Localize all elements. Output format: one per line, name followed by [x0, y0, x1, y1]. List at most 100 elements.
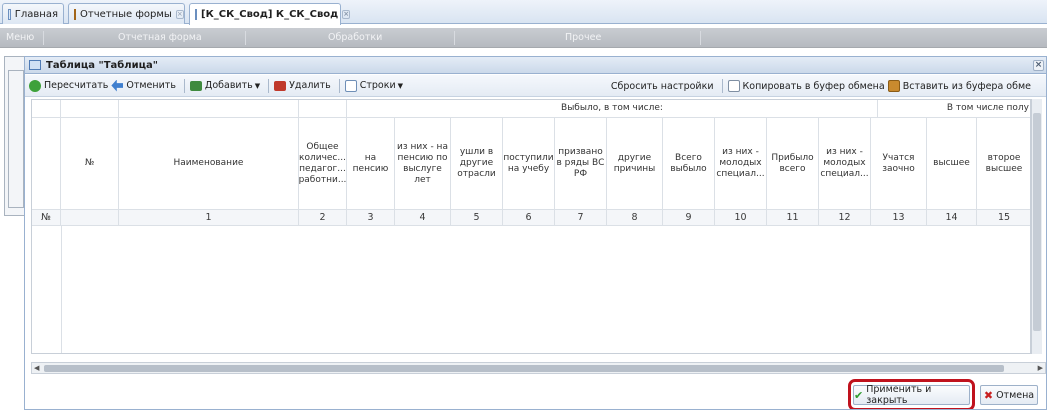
header-blank	[119, 100, 299, 118]
undo-button[interactable]: Отменить	[111, 79, 176, 92]
tab-label: Главная	[14, 8, 58, 20]
tab-label: [К_СК_Свод] К_СК_Свод	[201, 9, 339, 20]
number-cell: 5	[451, 210, 503, 226]
rows-icon	[344, 79, 357, 92]
number-cell: 12	[819, 210, 871, 226]
column-header-higher[interactable]: высшее	[927, 118, 977, 210]
rows-label: Строки	[359, 80, 396, 91]
scrollbar-thumb[interactable]	[44, 365, 1004, 372]
number-cell: 4	[395, 210, 451, 226]
tab-home[interactable]: Главная	[2, 3, 64, 24]
cancel-button[interactable]: ✖ Отмена	[980, 385, 1038, 405]
dialog-header: Таблица "Таблица" ×	[25, 57, 1046, 74]
close-icon[interactable]: ×	[1033, 60, 1044, 71]
column-header-arrived[interactable]: Прибыло всего	[767, 118, 819, 210]
check-icon: ✔	[854, 388, 864, 402]
paste-label: Вставить из буфера обме	[902, 80, 1031, 92]
number-cell: 1	[119, 210, 299, 226]
column-header-other-reasons[interactable]: другие причины	[607, 118, 663, 210]
apply-and-close-button[interactable]: ✔ Применить и закрыть	[853, 384, 970, 406]
column-header-young-arrived[interactable]: из них - молодых специал...	[819, 118, 871, 210]
number-cell: 3	[347, 210, 395, 226]
chevron-down-icon: ▼	[397, 81, 404, 90]
delete-row-icon	[274, 80, 287, 91]
reset-settings-button[interactable]: Сбросить настройки	[611, 81, 714, 92]
tab-k-sk-svod[interactable]: [К_СК_Свод] К_СК_Свод ×	[189, 3, 351, 25]
chevron-down-icon: ▼	[254, 81, 261, 90]
column-header-number[interactable]: №	[61, 118, 119, 210]
copy-button[interactable]: Копировать в буфер обмена	[727, 80, 885, 92]
add-label: Добавить	[204, 80, 253, 91]
undo-icon	[111, 79, 124, 92]
group-header-right: В том числе полу	[878, 100, 1030, 118]
number-row-label: №	[32, 210, 61, 226]
chevron-left-icon[interactable]: ◀	[34, 364, 39, 372]
column-guide	[61, 226, 62, 353]
toolbar-separator	[721, 79, 723, 93]
close-icon[interactable]: ×	[175, 9, 184, 19]
horizontal-scrollbar[interactable]: ◀ ▶	[31, 362, 1046, 374]
chevron-right-icon[interactable]: ▶	[1038, 364, 1043, 372]
undo-label: Отменить	[126, 80, 176, 91]
menu-item-processing[interactable]: Обработки	[328, 32, 382, 43]
header-blank	[32, 100, 61, 118]
background-panel	[8, 70, 24, 208]
number-cell: 9	[663, 210, 715, 226]
toolbar-separator	[183, 78, 185, 93]
add-row-icon	[189, 80, 202, 91]
recalc-button[interactable]: Пересчитать	[29, 79, 109, 92]
tab-report-forms[interactable]: Отчетные формы ×	[68, 3, 185, 24]
number-cell: 6	[503, 210, 555, 226]
column-header-extramural[interactable]: Учатся заочно	[871, 118, 927, 210]
dialog-title: Таблица "Таблица"	[46, 59, 158, 71]
group-header-left: Выбыло, в том числе:	[347, 100, 878, 118]
toolbar-right: Сбросить настройки Копировать в буфер об…	[611, 75, 1034, 97]
column-header-study[interactable]: поступили на учебу	[503, 118, 555, 210]
menu-item-menu[interactable]: Меню	[6, 32, 34, 43]
column-header-second-higher[interactable]: второе высшее	[977, 118, 1030, 210]
header-blank	[299, 100, 347, 118]
column-header-name[interactable]: Наименование	[119, 118, 299, 210]
menu-item-other[interactable]: Прочее	[565, 32, 601, 43]
table-icon	[195, 9, 197, 20]
toolbar-separator	[338, 78, 340, 93]
number-cell: 2	[299, 210, 347, 226]
table-dialog: Таблица "Таблица" × Пересчитать Отменить…	[24, 56, 1047, 410]
recalc-label: Пересчитать	[44, 80, 109, 91]
column-header-young-left[interactable]: из них - молодых специал...	[715, 118, 767, 210]
copy-icon	[727, 80, 740, 92]
number-cell: 15	[977, 210, 1030, 226]
rows-menu-button[interactable]: Строки ▼	[344, 79, 404, 92]
add-button[interactable]: Добавить ▼	[189, 80, 261, 91]
folder-icon	[74, 8, 76, 20]
header-blank	[61, 100, 119, 118]
tab-bar: Главная Отчетные формы × [К_СК_Свод] К_С…	[0, 0, 1047, 25]
number-cell: 11	[767, 210, 819, 226]
cancel-label: Отмена	[996, 389, 1035, 401]
paste-icon	[887, 80, 900, 92]
delete-label: Удалить	[289, 80, 331, 91]
copy-label: Копировать в буфер обмена	[742, 80, 885, 92]
close-icon[interactable]: ×	[342, 10, 351, 19]
column-header-blank	[32, 118, 61, 210]
delete-button[interactable]: Удалить	[274, 80, 331, 91]
scrollbar-thumb[interactable]	[1033, 113, 1041, 331]
toolbar: Пересчитать Отменить Добавить ▼ Удалить …	[25, 75, 1046, 97]
vertical-scrollbar[interactable]	[1031, 99, 1042, 354]
table-icon	[29, 60, 41, 70]
column-header-total-staff[interactable]: Общее количес... педагог... работни...	[299, 118, 347, 210]
column-header-other-sectors[interactable]: ушли в другие отрасли	[451, 118, 503, 210]
column-header-retired-seniority[interactable]: из них - на пенсию по выслуге лет	[395, 118, 451, 210]
toolbar-separator	[268, 78, 270, 93]
paste-button[interactable]: Вставить из буфера обме	[887, 80, 1031, 92]
column-header-retired[interactable]: на пенсию	[347, 118, 395, 210]
refresh-icon	[29, 79, 41, 92]
menu-item-report-form[interactable]: Отчетная форма	[118, 32, 202, 43]
number-cell: 7	[555, 210, 607, 226]
menu-bar: Меню Отчетная форма Обработки Прочее	[0, 28, 1047, 48]
number-cell: 14	[927, 210, 977, 226]
column-header-army[interactable]: призвано в ряды ВС РФ	[555, 118, 607, 210]
column-header-total-left[interactable]: Всего выбыло	[663, 118, 715, 210]
data-grid: Выбыло, в том числе: В том числе полу № …	[31, 99, 1031, 354]
close-icon: ✖	[983, 388, 994, 402]
